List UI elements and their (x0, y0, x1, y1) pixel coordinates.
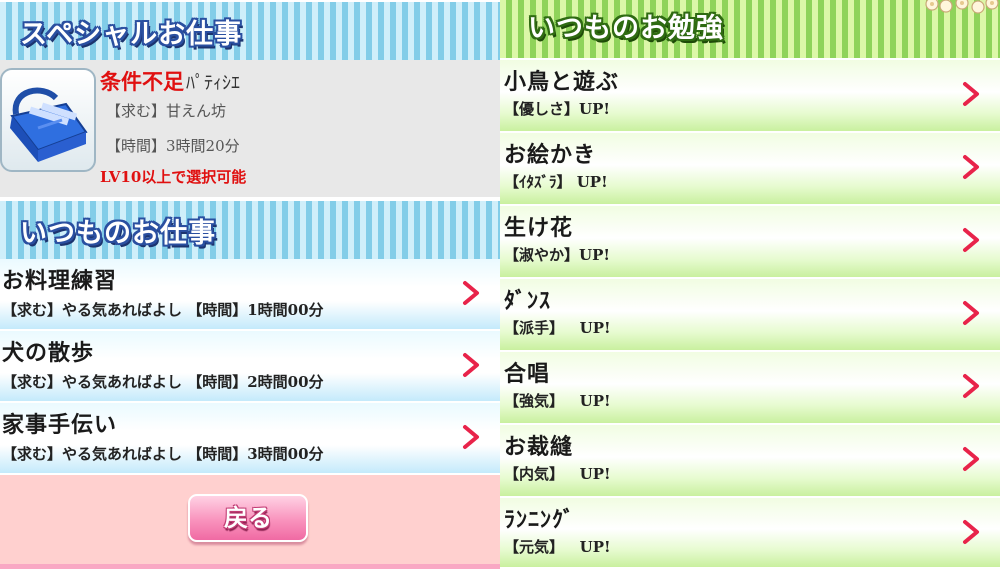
lesson-row[interactable]: お絵かき 【ｲﾀｽﾞﾗ】 UP! (500, 133, 1000, 206)
lesson-effect: 【ｲﾀｽﾞﾗ】 UP! (504, 173, 608, 191)
chevron-right-icon (963, 374, 979, 398)
chevron-right-icon (963, 447, 979, 471)
lesson-effect: 【元気】 UP! (504, 538, 611, 556)
job-detail: 【求む】やる気あればよし 【時間】2時間00分 (2, 373, 324, 391)
back-button[interactable]: 戻る (188, 494, 308, 542)
regular-work-banner: いつものお仕事 (0, 199, 500, 261)
special-job-name: ﾊﾟﾃｨｼｴ (186, 73, 240, 94)
study-title: いつものお勉強 (528, 13, 724, 44)
lesson-effect: 【派手】 UP! (504, 319, 611, 337)
lesson-row[interactable]: お裁縫 【内気】 UP! (500, 425, 1000, 498)
special-job-time: 【時間】3時間20分 (106, 137, 240, 155)
lesson-name: お裁縫 (504, 434, 574, 460)
lesson-row[interactable]: ﾗﾝﾆﾝｸﾞ 【元気】 UP! (500, 498, 1000, 569)
special-job-heading: 条件不足 ﾊﾟﾃｨｼｴ (100, 66, 240, 96)
chevron-right-icon (963, 520, 979, 544)
lesson-name: ﾀﾞﾝｽ (504, 288, 552, 314)
job-detail: 【求む】やる気あればよし 【時間】3時間00分 (2, 445, 324, 463)
lesson-effect: 【淑やか】UP! (504, 246, 610, 264)
job-name: 犬の散歩 (2, 340, 95, 366)
special-job-requirement: 【求む】甘えん坊 (106, 102, 227, 120)
lesson-name: 合唱 (504, 361, 551, 387)
job-detail: 【求む】やる気あればよし 【時間】1時間00分 (2, 301, 324, 319)
job-name: 家事手伝い (2, 412, 118, 438)
chevron-right-icon (463, 281, 479, 305)
lesson-row[interactable]: 小鳥と遊ぶ 【優しさ】UP! (500, 60, 1000, 133)
special-work-banner: スペシャルお仕事 (0, 0, 500, 62)
lesson-name: お絵かき (504, 142, 597, 168)
special-job-card[interactable]: 条件不足 ﾊﾟﾃｨｼｴ 【求む】甘えん坊 【時間】3時間20分 LV10以上で選択… (0, 60, 500, 199)
special-job-condition: LV10以上で選択可能 (100, 168, 247, 186)
chevron-right-icon (463, 425, 479, 449)
lesson-name: 小鳥と遊ぶ (504, 69, 620, 95)
lesson-row[interactable]: ﾀﾞﾝｽ 【派手】 UP! (500, 279, 1000, 352)
lesson-effect: 【強気】 UP! (504, 392, 611, 410)
job-row[interactable]: 家事手伝い 【求む】やる気あればよし 【時間】3時間00分 (0, 403, 500, 475)
lesson-effect: 【内気】 UP! (504, 465, 611, 483)
chevron-right-icon (463, 353, 479, 377)
work-panel: スペシャルお仕事 条件不足 ﾊﾟﾃｨｼｴ 【求む】甘えん坊 【時間】3時間20分 … (0, 0, 500, 569)
lesson-name: 生け花 (504, 215, 574, 241)
flower-decoration-icon (925, 0, 999, 14)
bottom-band (0, 564, 500, 569)
chevron-right-icon (963, 301, 979, 325)
regular-work-title: いつものお仕事 (20, 218, 216, 249)
chevron-right-icon (963, 228, 979, 252)
special-work-title: スペシャルお仕事 (20, 19, 243, 50)
study-panel: いつものお勉強 小鳥と遊ぶ 【優しさ】UP! お絵かき 【ｲﾀｽﾞﾗ】 UP! … (500, 0, 1000, 569)
bag-icon (0, 68, 96, 172)
job-row[interactable]: 犬の散歩 【求む】やる気あればよし 【時間】2時間00分 (0, 331, 500, 403)
lesson-name: ﾗﾝﾆﾝｸﾞ (504, 507, 576, 533)
chevron-right-icon (963, 155, 979, 179)
chevron-right-icon (963, 82, 979, 106)
lesson-row[interactable]: 合唱 【強気】 UP! (500, 352, 1000, 425)
job-row[interactable]: お料理練習 【求む】やる気あればよし 【時間】1時間00分 (0, 259, 500, 331)
lesson-effect: 【優しさ】UP! (504, 100, 610, 118)
condition-status: 条件不足 (100, 69, 184, 94)
lesson-row[interactable]: 生け花 【淑やか】UP! (500, 206, 1000, 279)
job-name: お料理練習 (2, 268, 118, 294)
back-button-label: 戻る (224, 504, 272, 532)
